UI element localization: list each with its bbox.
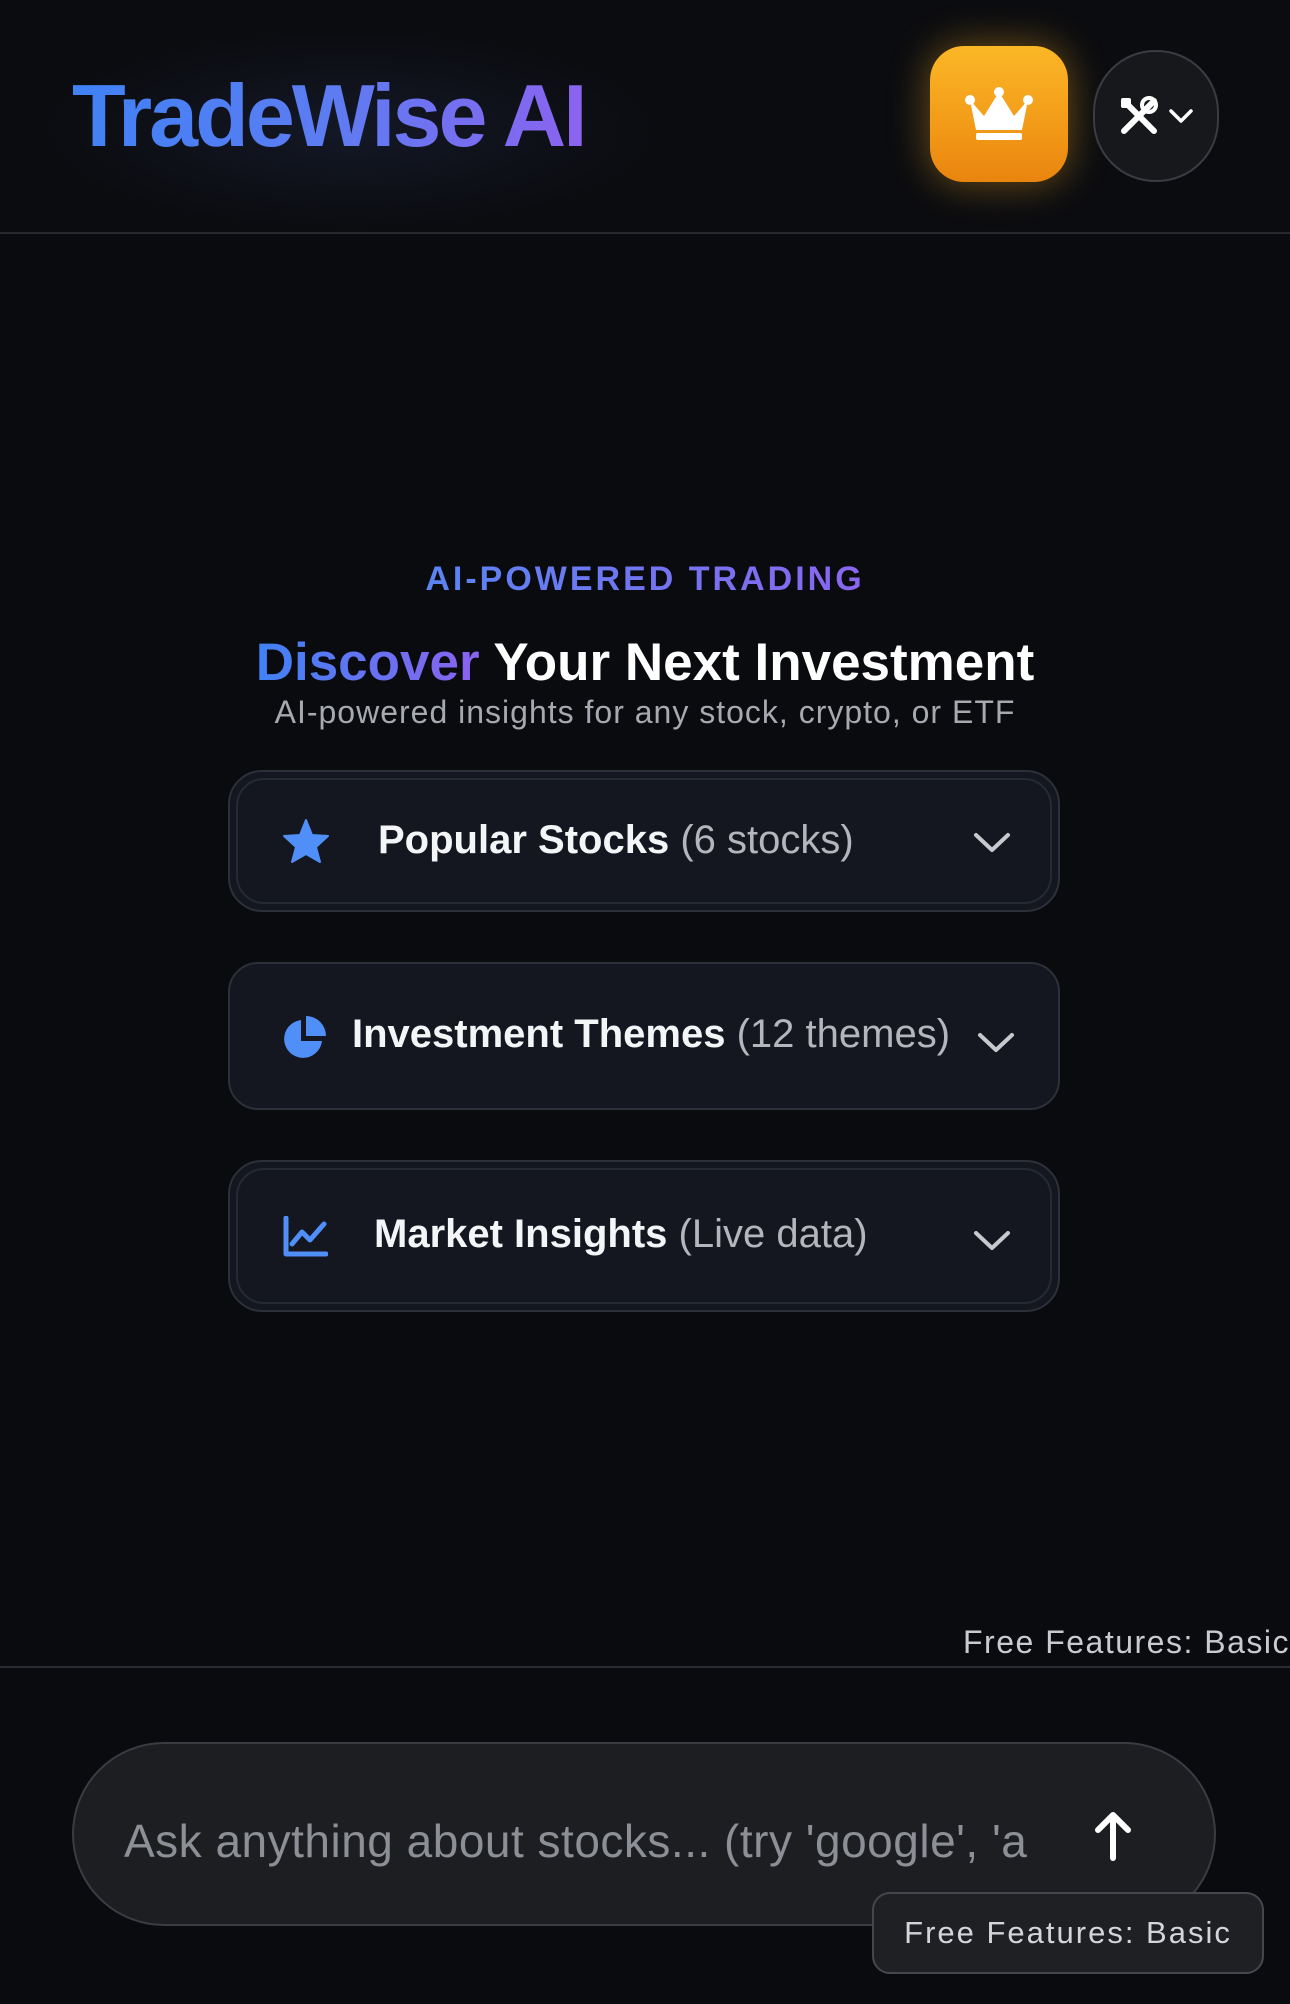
accordion-market-insights[interactable]: Market Insights (Live data) <box>228 1160 1060 1312</box>
chevron-down-icon <box>1169 109 1193 123</box>
premium-button[interactable] <box>930 46 1068 182</box>
accordion-label-market-insights: Market Insights (Live data) <box>374 1212 868 1257</box>
accordion-investment-themes[interactable]: Investment Themes (12 themes) <box>228 962 1060 1110</box>
section-title: Popular Stocks <box>378 818 670 862</box>
free-features-badge: Free Features: Basic <box>872 1892 1264 1974</box>
headline-highlight: Discover <box>255 633 480 692</box>
arrow-up-icon[interactable] <box>1088 1808 1138 1864</box>
star-icon <box>283 819 329 863</box>
section-count: (12 themes) <box>736 1012 951 1056</box>
chevron-down-icon <box>974 833 1010 852</box>
tools-menu-button[interactable] <box>1093 50 1219 182</box>
headline-rest: Your Next Investment <box>493 633 1035 692</box>
tools-icon <box>1121 96 1158 134</box>
chat-input[interactable]: Ask anything about stocks... (try 'googl… <box>124 1814 1064 1868</box>
section-title: Market Insights <box>374 1212 668 1256</box>
accordion-label-investment-themes: Investment Themes (12 themes) <box>352 1012 950 1057</box>
chevron-down-icon <box>974 1231 1010 1250</box>
footer-divider <box>0 1666 1290 1668</box>
chevron-down-icon <box>978 1033 1014 1052</box>
hero-headline: Discover Your Next Investment <box>0 628 1290 698</box>
crown-icon <box>965 87 1033 140</box>
line-chart-icon <box>283 1216 328 1257</box>
free-features-label: Free Features: Basic <box>963 1624 1290 1660</box>
section-title: Investment Themes <box>352 1012 726 1056</box>
accordion-popular-stocks[interactable]: Popular Stocks (6 stocks) <box>228 770 1060 912</box>
section-count: (6 stocks) <box>680 818 854 862</box>
app-logo[interactable]: TradeWise AI <box>72 66 588 166</box>
app-header: TradeWise AI <box>0 0 1290 234</box>
hero-subhead: AI-powered insights for any stock, crypt… <box>274 694 1016 730</box>
section-count: (Live data) <box>678 1212 868 1256</box>
pie-chart-icon <box>284 1016 326 1058</box>
eyebrow-label: AI-POWERED TRADING <box>425 560 865 598</box>
accordion-label-popular-stocks: Popular Stocks (6 stocks) <box>378 818 854 863</box>
eyebrow-wrap: AI-POWERED TRADING <box>0 560 1290 599</box>
